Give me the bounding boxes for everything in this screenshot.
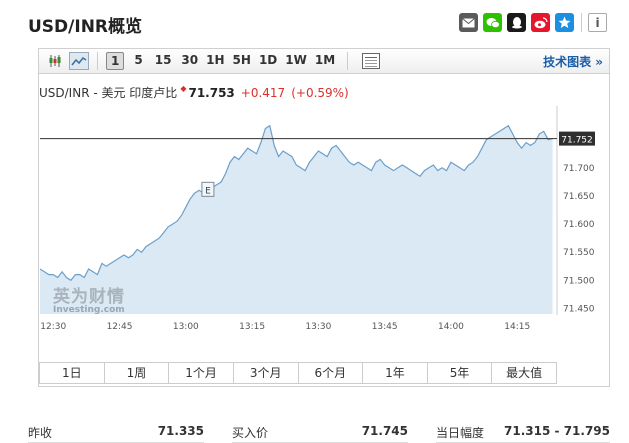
share-divider (581, 13, 582, 32)
share-bar: i (459, 13, 607, 32)
wechat-icon[interactable] (483, 13, 502, 32)
stat-value: 71.335 (157, 424, 204, 438)
last-price: 71.753 (188, 86, 235, 100)
watermark-logo: 英为财情 Investing.com (53, 282, 125, 315)
timeframe-30[interactable]: 30 (177, 52, 202, 70)
range-3m[interactable]: 3个月 (233, 363, 299, 383)
instrument-name: USD/INR - 美元 印度卢比 (39, 86, 178, 100)
candlestick-icon[interactable] (45, 52, 65, 70)
timeframe-1[interactable]: 1 (106, 52, 125, 70)
calendar-icon[interactable] (362, 53, 381, 69)
timeframe-list: 1 5 15 30 1H 5H 1D 1W 1M (106, 52, 339, 70)
range-1m[interactable]: 1个月 (169, 363, 234, 383)
stat-label: 昨收 (28, 426, 53, 440)
timeframe-5[interactable]: 5 (130, 52, 146, 70)
price-change: +0.417 (240, 86, 286, 100)
stat-value: 71.745 (361, 424, 408, 438)
quote-header: USD/INR - 美元 印度卢比 ◆ 71.753 +0.417 (+0.59%) (39, 84, 349, 101)
toolbar-divider (347, 52, 349, 70)
page-title: USD/INR概览 (28, 17, 143, 37)
stat-value: 71.315 - 71.795 (504, 424, 610, 438)
stat-bid: 买入价 71.745 (232, 424, 408, 441)
x-tick-label: 12:30 (40, 322, 66, 332)
price-change-percent: (+0.59%) (291, 86, 349, 100)
current-price-label: 71.752 (561, 136, 593, 146)
x-tick-label: 14:00 (438, 322, 464, 332)
stat-prev-close: 昨收 71.335 (28, 424, 204, 441)
weibo-icon[interactable] (531, 13, 550, 32)
y-tick-label: 71.600 (563, 220, 595, 230)
stat-day-range: 当日幅度 71.315 - 71.795 (436, 424, 610, 441)
timeframe-5h[interactable]: 5H (229, 52, 255, 70)
x-tick-label: 13:15 (239, 322, 265, 332)
chart-toolbar: 1 5 15 30 1H 5H 1D 1W 1M 技术图表 » (38, 48, 610, 74)
y-tick-label: 71.650 (563, 192, 595, 202)
timeframe-1w[interactable]: 1W (281, 52, 311, 70)
info-icon[interactable]: i (588, 13, 607, 32)
range-1w[interactable]: 1周 (104, 363, 170, 383)
stat-label: 当日幅度 (436, 426, 485, 440)
x-tick-label: 13:30 (305, 322, 331, 332)
y-tick-label: 71.450 (563, 304, 595, 314)
y-tick-label: 71.500 (563, 276, 595, 286)
range-6m[interactable]: 6个月 (298, 363, 364, 383)
page: USD/INR概览 i 1 5 15 30 1H 5H 1D 1W 1M 技术图… (0, 0, 629, 443)
x-tick-label: 14:15 (504, 322, 530, 332)
chart-panel: USD/INR - 美元 印度卢比 ◆ 71.753 +0.417 (+0.59%) 7… (38, 74, 610, 387)
x-tick-label: 12:45 (107, 322, 133, 332)
event-marker-label: E (205, 186, 211, 196)
x-tick-label: 13:00 (173, 322, 199, 332)
y-tick-label: 71.700 (563, 164, 595, 174)
timeframe-15[interactable]: 15 (151, 52, 176, 70)
stat-label: 买入价 (232, 426, 269, 440)
event-marker[interactable]: E (201, 181, 215, 197)
y-tick-label: 71.550 (563, 248, 595, 258)
qzone-icon[interactable] (555, 13, 574, 32)
watermark-brand-cn: 英为财情 (53, 287, 125, 307)
technical-chart-link[interactable]: 技术图表 » (543, 53, 603, 70)
x-tick-label: 13:45 (372, 322, 398, 332)
mail-icon[interactable] (459, 13, 478, 32)
line-chart-icon[interactable] (69, 52, 89, 70)
price-up-arrow-icon: ◆ (180, 84, 187, 93)
range-1y[interactable]: 1年 (363, 363, 428, 383)
timeframe-1m[interactable]: 1M (311, 52, 339, 70)
range-selector: 1日 1周 1个月 3个月 6个月 1年 5年 最大值 (39, 362, 557, 384)
qq-icon[interactable] (507, 13, 526, 32)
timeframe-1h[interactable]: 1H (202, 52, 228, 70)
range-5y[interactable]: 5年 (427, 363, 493, 383)
toolbar-divider (97, 52, 98, 70)
range-max[interactable]: 最大值 (492, 363, 556, 383)
range-1d[interactable]: 1日 (40, 363, 105, 383)
price-chart[interactable]: 71.752 71.700 71.650 71.600 71.550 71.500 71.4… (39, 106, 611, 356)
timeframe-1d[interactable]: 1D (255, 52, 281, 70)
watermark-brand-en: Investing.com (53, 305, 125, 315)
